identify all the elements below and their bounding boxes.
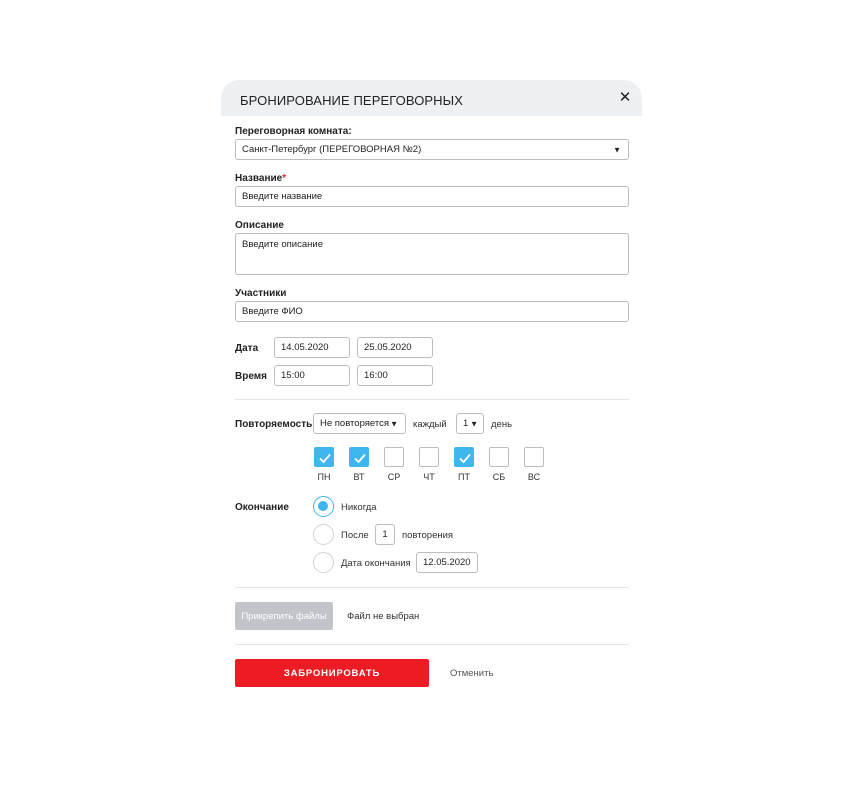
weekday-label: ЧТ [423,472,435,482]
date-label: Дата [235,343,259,354]
divider [235,587,629,588]
name-input[interactable]: Введите название [235,186,629,207]
ending-never-radio[interactable] [313,496,334,517]
dialog-title: БРОНИРОВАНИЕ ПЕРЕГОВОРНЫХ [240,93,464,108]
weekday-label: ВТ [353,472,365,482]
room-select-value: Санкт-Петербург (ПЕРЕГОВОРНАЯ №2) [242,144,422,155]
weekday-label: ПТ [458,472,470,482]
weekday-checkbox-mon[interactable] [314,447,334,467]
end-time-input[interactable]: 16:00 [357,365,433,386]
booking-dialog: БРОНИРОВАНИЕ ПЕРЕГОВОРНЫХ ✕ Переговорная… [221,80,642,700]
weekday-label: ПН [317,472,331,482]
check-icon [319,453,331,464]
ending-after-label: После [341,530,369,541]
description-input[interactable]: Введите описание [235,233,629,275]
ending-label: Окончание [235,502,289,513]
participants-input[interactable]: Введите ФИО [235,301,629,322]
start-time-input[interactable]: 15:00 [274,365,350,386]
weekday-checkbox-sat[interactable] [489,447,509,467]
divider [235,644,629,645]
weekday-checkbox-tue[interactable] [349,447,369,467]
check-icon [459,453,471,464]
end-date-value: 25.05.2020 [364,342,412,353]
dialog-header: БРОНИРОВАНИЕ ПЕРЕГОВОРНЫХ ✕ [221,80,642,116]
end-time-value: 16:00 [364,370,388,381]
recurrence-mode-value: Не повторяется [320,418,390,429]
end-date-input[interactable]: 25.05.2020 [357,337,433,358]
weekday-checkbox-thu[interactable] [419,447,439,467]
cancel-link[interactable]: Отменить [450,668,493,679]
weekday-label: СБ [492,472,506,482]
chevron-down-icon: ▼ [390,419,398,428]
end-date-picker[interactable]: 12.05.2020 [416,552,478,573]
time-label: Время [235,371,267,382]
end-date-picker-value: 12.05.2020 [423,557,471,568]
start-date-value: 14.05.2020 [281,342,329,353]
weekday-label: ВС [527,472,541,482]
interval-unit-label: день [491,419,513,430]
repeat-count-input[interactable]: 1 [375,524,395,545]
start-date-input[interactable]: 14.05.2020 [274,337,350,358]
name-input-placeholder: Введите название [242,191,323,202]
recurrence-label: Повторяемость [235,419,313,430]
start-time-value: 15:00 [281,370,305,381]
interval-value: 1 [463,418,469,429]
chevron-down-icon: ▼ [470,419,478,428]
room-select[interactable]: Санкт-Петербург (ПЕРЕГОВОРНАЯ №2) ▼ [235,139,629,160]
file-status-text: Файл не выбран [347,611,420,622]
repeat-count-value: 1 [382,529,388,540]
required-mark: * [282,173,287,184]
description-label: Описание [235,220,284,231]
close-icon[interactable]: ✕ [617,90,633,106]
every-label: каждый [413,419,447,430]
weekday-checkbox-fri[interactable] [454,447,474,467]
description-input-placeholder: Введите описание [242,239,323,250]
name-label-text: Название [235,173,283,184]
weekday-checkbox-sun[interactable] [524,447,544,467]
chevron-down-icon: ▼ [613,145,621,154]
room-label: Переговорная комната: [235,126,352,137]
name-label: Название* [235,173,286,184]
participants-label: Участники [235,288,287,299]
ending-never-label: Никогда [341,502,377,513]
weekday-checkbox-wed[interactable] [384,447,404,467]
book-button[interactable]: ЗАБРОНИРОВАТЬ [235,659,429,687]
weekday-label: СР [387,472,401,482]
attach-files-button[interactable]: Прикрепить файлы [235,602,333,630]
repeat-suffix-label: повторения [402,530,454,541]
ending-date-label: Дата окончания [341,558,411,569]
recurrence-mode-select[interactable]: Не повторяется ▼ [313,413,406,434]
divider [235,399,629,400]
ending-date-radio[interactable] [313,552,334,573]
participants-input-placeholder: Введите ФИО [242,306,303,317]
ending-after-radio[interactable] [313,524,334,545]
interval-select[interactable]: 1 ▼ [456,413,484,434]
check-icon [354,453,366,464]
